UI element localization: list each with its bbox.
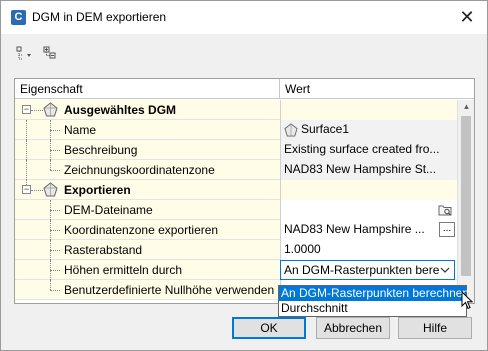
ok-button[interactable]: OK (232, 317, 306, 339)
property-row-grid-spacing[interactable]: Rasterabstand 1.0000 (15, 240, 457, 260)
group-row-export[interactable]: − Exportieren (15, 180, 457, 200)
tree-line (50, 280, 51, 290)
civil3d-app-icon: C (11, 10, 26, 25)
dem-filename-field[interactable] (280, 200, 457, 220)
group-label: Ausgewähltes DGM (64, 103, 177, 117)
property-label: DEM-Dateiname (64, 203, 153, 217)
tree-line (50, 250, 60, 251)
property-value: Existing surface created fro... (280, 140, 457, 160)
grid-rows: − Ausgewähltes DGM Name Surface1 Beschre… (15, 100, 457, 300)
dropdown-option-grid-points[interactable]: An DGM-Rasterpunkten berechnen (279, 286, 469, 301)
header-property[interactable]: Eigenschaft (20, 82, 83, 96)
grid-spacing-field[interactable]: 1.0000 (280, 240, 457, 260)
tree-line (50, 230, 60, 231)
property-row-drawing-zone[interactable]: Zeichnungskoordinatenzone NAD83 New Hamp… (15, 160, 457, 180)
property-label: Rasterabstand (64, 243, 143, 257)
surface-icon (284, 123, 298, 137)
property-label: Zeichnungskoordinatenzone (64, 163, 215, 177)
tree-line (50, 170, 60, 171)
sort-categorized-icon[interactable] (15, 45, 33, 63)
toolbar (15, 45, 66, 63)
surface-name: Surface1 (301, 122, 350, 136)
cancel-button[interactable]: Abbrechen (316, 317, 390, 339)
elevation-method-combo[interactable]: An DGM-Rasterpunkten bere (280, 260, 455, 280)
surface-group-icon (43, 102, 58, 117)
expand-all-icon[interactable] (42, 45, 60, 63)
tree-line (26, 140, 27, 160)
mouse-cursor-icon (461, 291, 474, 310)
scroll-up-icon[interactable]: ▲ (458, 100, 474, 114)
tree-line (26, 120, 27, 140)
grid-header: Eigenschaft Wert (15, 79, 474, 99)
header-divider (279, 79, 280, 99)
dialog-title: DGM in DEM exportieren (32, 10, 167, 24)
group-value-empty (280, 100, 457, 120)
property-grid: Eigenschaft Wert − Ausgewähltes DGM Name… (14, 78, 475, 304)
tree-line (50, 120, 51, 140)
help-button[interactable]: Hilfe (398, 317, 472, 339)
browse-folder-icon[interactable] (438, 203, 453, 217)
property-value: Surface1 (280, 120, 457, 140)
close-button[interactable]: ✕ (455, 5, 479, 29)
tree-line (26, 160, 27, 180)
group-value-empty (280, 180, 457, 200)
tree-line (50, 130, 60, 131)
tree-line (31, 110, 43, 111)
property-row-export-zone[interactable]: Koordinatenzone exportieren NAD83 New Ha… (15, 220, 457, 240)
property-label: Benutzerdefinierte Nullhöhe verwenden (64, 283, 275, 297)
export-zone-value: NAD83 New Hampshire ... (284, 222, 425, 236)
tree-line (50, 150, 60, 151)
tree-line (50, 210, 60, 211)
property-row-dem-filename[interactable]: DEM-Dateiname (15, 200, 457, 220)
ellipsis-button[interactable]: ... (439, 222, 455, 237)
tree-line (31, 190, 43, 191)
tree-line (50, 270, 60, 271)
property-label: Höhen ermitteln durch (64, 263, 183, 277)
tree-line (50, 290, 60, 291)
property-row-elevation-method[interactable]: Höhen ermitteln durch An DGM-Rasterpunkt… (15, 260, 457, 280)
group-label: Exportieren (64, 183, 131, 197)
dropdown-option-average[interactable]: Durchschnitt (279, 301, 466, 316)
property-value: NAD83 New Hampshire St... (280, 160, 457, 180)
chevron-down-icon[interactable] (440, 263, 450, 279)
property-row-description[interactable]: Beschreibung Existing surface created fr… (15, 140, 457, 160)
scrollbar-thumb[interactable] (461, 116, 471, 276)
tree-line (50, 160, 51, 170)
property-row-name[interactable]: Name Surface1 (15, 120, 457, 140)
combo-selected-value: An DGM-Rasterpunkten bere (284, 263, 440, 277)
elevation-method-dropdown-list: An DGM-Rasterpunkten berechnen Durchschn… (278, 285, 469, 317)
export-zone-field[interactable]: NAD83 New Hampshire ... ... (280, 220, 457, 240)
header-value[interactable]: Wert (285, 82, 310, 96)
title-bar: C DGM in DEM exportieren ✕ (1, 1, 487, 34)
property-label: Beschreibung (64, 143, 138, 157)
vertical-scrollbar[interactable]: ▲ ▼ (457, 100, 474, 303)
export-group-icon (43, 182, 58, 197)
property-label: Koordinatenzone exportieren (64, 223, 219, 237)
property-label: Name (64, 123, 97, 137)
group-row-selected-dgm[interactable]: − Ausgewähltes DGM (15, 100, 457, 120)
collapse-icon[interactable]: − (22, 185, 31, 194)
collapse-icon[interactable]: − (22, 105, 31, 114)
export-dialog: C DGM in DEM exportieren ✕ Eigenschaft W… (0, 0, 488, 351)
